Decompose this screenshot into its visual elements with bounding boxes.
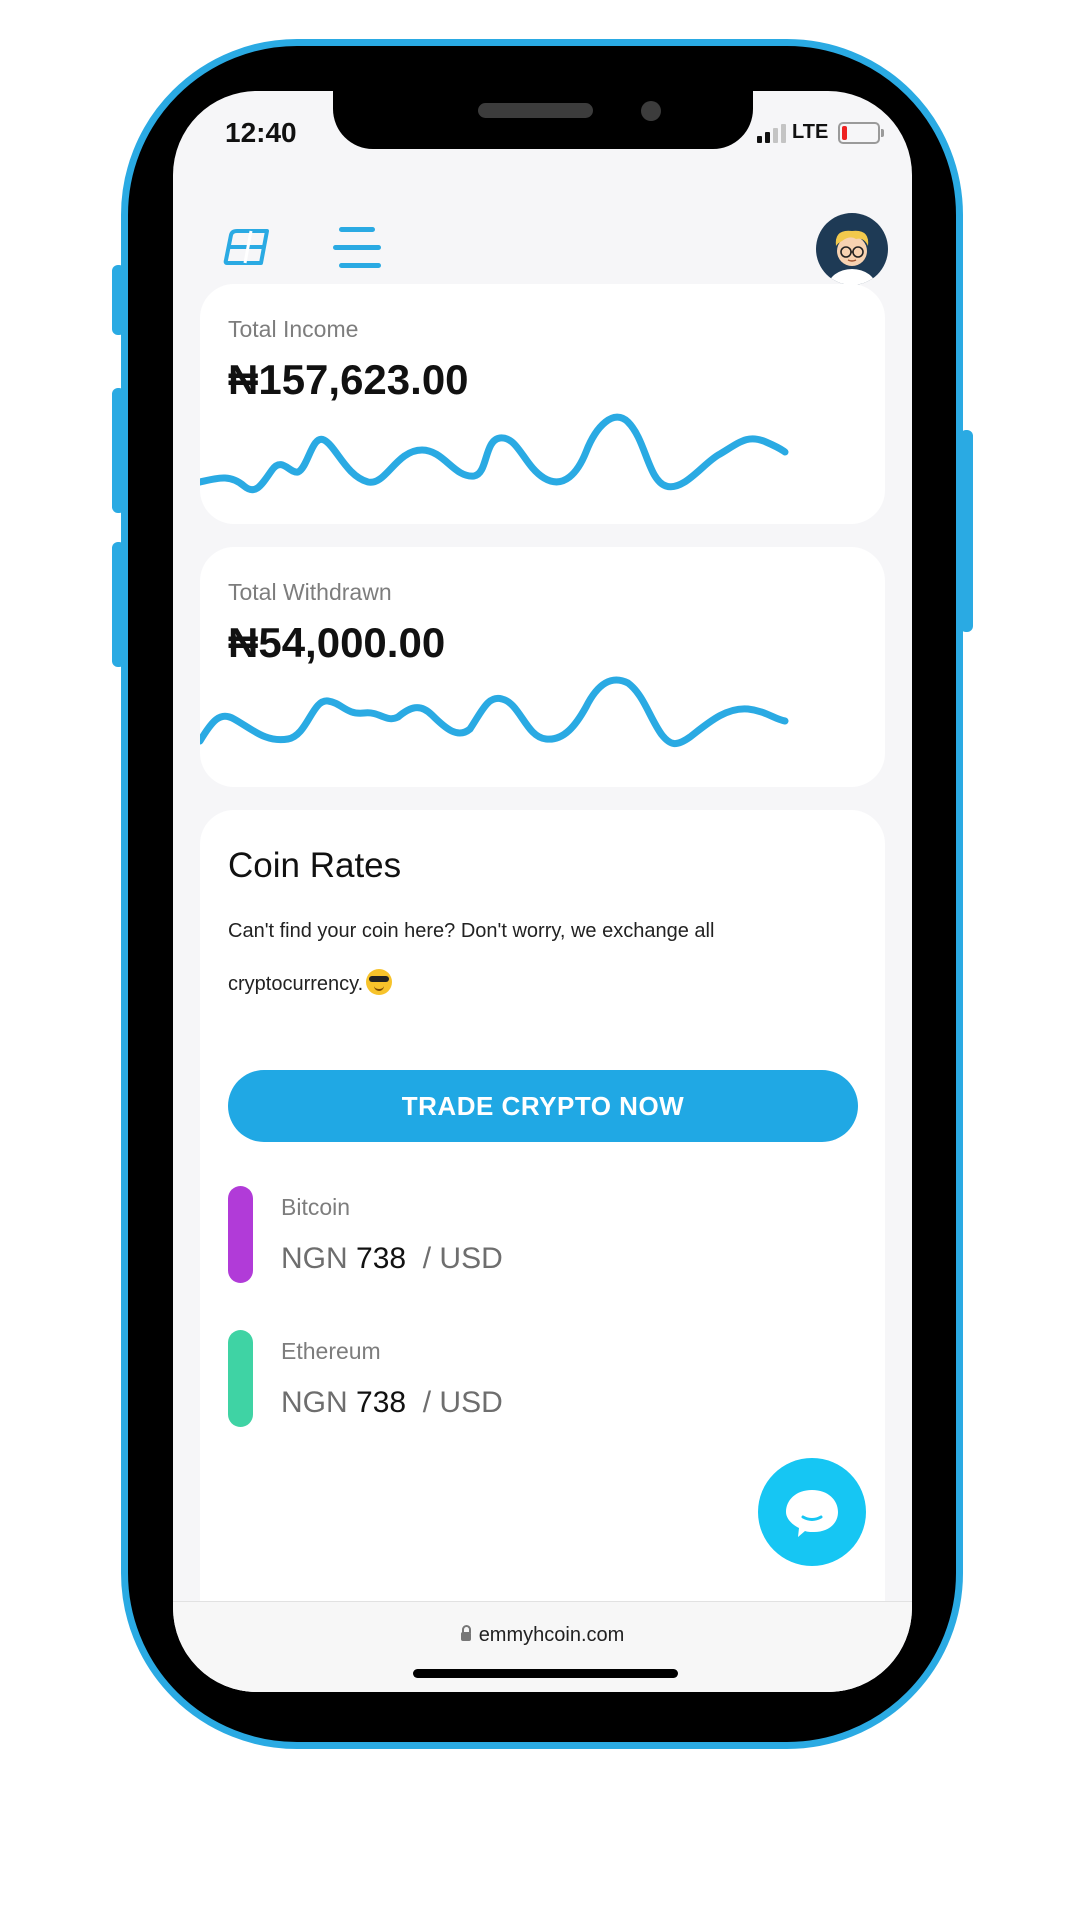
status-time: 12:40 [225,117,297,148]
notch [333,91,753,149]
coin-item-bitcoin: Bitcoin NGN 738 / USD [228,1186,828,1286]
coin-rate: NGN 738 / USD [281,1386,503,1419]
coin-rate: NGN 738 / USD [281,1242,503,1275]
total-withdrawn-card: Total Withdrawn ₦54,000.00 [200,547,885,787]
coin-item-ethereum: Ethereum NGN 738 / USD [228,1330,828,1430]
user-avatar-icon[interactable] [816,213,888,285]
status-indicators: LTE [757,121,885,144]
signal-icon [757,123,786,143]
coin-rates-title: Coin Rates [228,846,402,885]
total-income-card: Total Income ₦157,623.00 [200,284,885,524]
front-camera [641,101,661,121]
bitcoin-color-bar [228,1186,253,1283]
coin-name: Ethereum [281,1338,381,1364]
speaker [478,103,593,118]
browser-address-bar: emmyhcoin.com [173,1601,912,1692]
coin-rates-description: Can't find your coin here? Don't worry, … [228,920,715,995]
battery-icon [838,121,885,144]
total-withdrawn-value: ₦54,000.00 [228,619,446,666]
sunglasses-emoji-icon [366,969,393,995]
total-income-label: Total Income [228,316,359,342]
ethereum-color-bar [228,1330,253,1427]
phone-screen: 12:40 LTE Total Income ₦157,623.00 Total… [173,91,912,1692]
total-withdrawn-label: Total Withdrawn [228,579,392,605]
coin-name: Bitcoin [281,1194,351,1220]
hamburger-menu-icon[interactable] [333,227,381,269]
trade-crypto-button[interactable]: TRADE CRYPTO NOW [228,1070,858,1142]
home-indicator[interactable] [413,1669,678,1678]
ej-logo-icon[interactable] [223,227,269,267]
network-type: LTE [792,121,829,143]
total-income-value: ₦157,623.00 [228,356,469,403]
chat-bubble-icon [786,1490,838,1537]
lock-icon [460,1625,471,1641]
url-text[interactable]: emmyhcoin.com [173,1624,912,1647]
withdrawn-sparkline [200,676,789,747]
chat-button[interactable] [758,1458,866,1566]
income-sparkline [200,413,789,494]
